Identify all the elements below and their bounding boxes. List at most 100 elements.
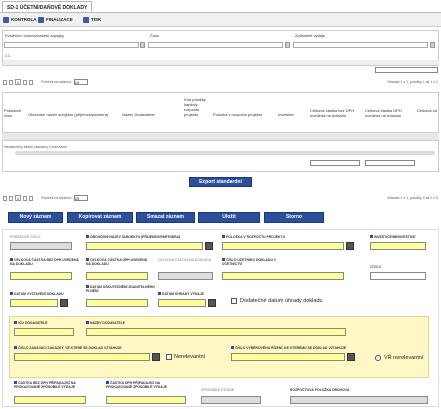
obchodni-nazev-field[interactable] [86, 242, 203, 250]
horizontal-scrollbar[interactable] [3, 60, 439, 65]
new-record-button[interactable]: Nový záznam [8, 212, 63, 223]
finalizace-label: FINALIZACE [46, 17, 73, 22]
zpusobile-field [201, 396, 261, 404]
print-icon [83, 17, 89, 23]
ico-field[interactable] [14, 328, 74, 336]
page-size-select[interactable]: 25 [73, 195, 88, 201]
nazev-dod-label: NÁZEV DODAVATELE [86, 321, 125, 325]
pager: 1 Položek na stránku: 25 [3, 195, 88, 201]
datum-zauct-label: DATUM USKUTEČNĚNÍ ZDANITELNÉHO PLNĚNÍ [86, 285, 156, 293]
nerelevantni-label: Nerelevantní [174, 354, 206, 360]
poradove-cislo-label: POŘADOVÉ ČÍSLO [10, 235, 41, 239]
col-header: Investice [278, 112, 294, 117]
check-icon [3, 17, 9, 23]
castka-bez-field[interactable] [14, 396, 86, 404]
ico-label: IČO DODAVATELE [14, 321, 48, 325]
zpusobile-label: ZPŮSOBILÉ VÝDAJE [201, 388, 235, 392]
lookup-icon[interactable] [347, 353, 355, 361]
dph-field[interactable] [86, 272, 148, 280]
delete-record-button[interactable]: Smazat záznam [136, 212, 195, 223]
datum-zauct-field[interactable] [86, 299, 148, 307]
tisk-button[interactable]: TISK [83, 15, 101, 25]
datum-vystaveni-text: DATUM VYSTAVENÍ DOKLADU [14, 292, 64, 296]
first-page-icon[interactable] [3, 79, 7, 85]
first-page-icon[interactable] [3, 195, 7, 201]
page-number[interactable]: 1 [15, 79, 21, 85]
vr-nerelevantni-radio[interactable] [375, 355, 381, 361]
prev-page-icon[interactable] [9, 195, 13, 201]
last-page-icon[interactable] [29, 79, 33, 85]
nazev-dod-field[interactable] [86, 328, 346, 336]
datum-vystaveni-label: DATUM VYSTAVENÍ DOKLADU [10, 292, 64, 296]
cislo-vyb-text: ČÍSLO VÝBĚROVÉHO ŘÍZENÍ, KE KTERÉMU SE D… [235, 346, 347, 350]
filter-icon[interactable] [285, 42, 290, 48]
tisk-label: TISK [91, 17, 102, 22]
cislo-zakazky-field[interactable] [14, 353, 150, 361]
lookup-icon[interactable] [346, 242, 354, 250]
obchodni-nazev-label: OBCHODNÍ NÁZEV SUBJEKTU (PŘÍJEMCE/PARTNE… [86, 235, 206, 239]
col-header: Celková částka DPH uvedená na dokladu [365, 108, 402, 118]
prev-page-icon[interactable] [9, 79, 13, 85]
filter-row [2, 132, 439, 141]
bez-dph-field[interactable] [10, 272, 72, 280]
cancel-button[interactable]: Storno [264, 212, 324, 223]
calendar-icon[interactable] [208, 299, 216, 307]
col-header: Kód položky kapitoly rozpočtu projektu [184, 97, 206, 117]
cislo-vyb-field[interactable] [231, 353, 345, 361]
investice-select[interactable] [370, 242, 426, 250]
polozka-text: POLOŽKA V ROZPOČTU PROJEKTU [226, 235, 286, 239]
page-number[interactable]: 1 [15, 195, 21, 201]
polozka-field[interactable] [222, 242, 344, 250]
next-page-icon[interactable] [23, 195, 27, 201]
castka-dph-field[interactable] [106, 396, 186, 404]
export-button[interactable]: Export standardní [189, 177, 252, 187]
save-button[interactable]: Uložit [198, 212, 260, 223]
cislo-vyb-label: ČÍSLO VÝBĚROVÉHO ŘÍZENÍ, KE KTERÉMU SE D… [231, 346, 346, 350]
polozka-label: POLOŽKA V ROZPOČTU PROJEKTU [222, 235, 285, 239]
filter-icon[interactable] [430, 42, 435, 48]
zdroj-select[interactable] [370, 272, 426, 280]
cislo-dokladu-field[interactable] [222, 272, 344, 280]
dph-label: CELKOVÁ ČÁSTKA DPH UVEDENÁ NA DOKLADU [86, 258, 151, 266]
dodatecne-checkbox[interactable] [231, 298, 237, 304]
copy-record-button[interactable]: Kopírovat záznam [67, 212, 133, 223]
castka-bez-label: ČÁSTKA BEZ DPH PŘIPADAJÍCÍ NA PROKAZOVAN… [14, 381, 89, 389]
calendar-icon[interactable] [60, 299, 68, 307]
castka-dph-text: ČÁSTKA DPH PŘIPADAJÍCÍ NA PROKAZOVANÉ ZP… [106, 381, 167, 389]
col-header: Položka v rozpočtu projektu [213, 112, 263, 117]
table-row[interactable]: CC [5, 53, 11, 58]
filter-input[interactable] [148, 42, 283, 48]
datum-uhrady-field[interactable] [158, 299, 206, 307]
col-header-evidencni: Evidenční číslo/označení zapojky [5, 33, 64, 38]
investice-text: INVESTICE/NEINVESTICE [374, 235, 416, 239]
celkova-label: CELKOVÁ ČÁSTKA NA DOKLADU [158, 258, 212, 262]
cislo-dokladu-label: ČÍSLO ÚČETNÍHO DOKLADU V ÚČETNICTVÍ [222, 258, 292, 266]
datum-zauct-text: DATUM USKUTEČNĚNÍ ZDANITELNÉHO PLNĚNÍ [86, 285, 155, 293]
cislo-zakazky-text: ČÍSLO ZADÁVACÍ ZAKÁZKY, VE KTERÉ SE DOKL… [18, 346, 122, 350]
page-size-select[interactable]: 10 [73, 79, 88, 85]
lookup-icon[interactable] [205, 242, 213, 250]
filter-input[interactable] [4, 42, 139, 48]
datum-vystaveni-field[interactable] [10, 299, 58, 307]
next-page-icon[interactable] [23, 79, 27, 85]
dropdown[interactable] [310, 160, 360, 166]
dph-text: CELKOVÁ ČÁSTKA DPH UVEDENÁ NA DOKLADU [86, 258, 148, 266]
datum-uhrady-label: DATUM ÚHRADY VÝDAJE [158, 292, 204, 296]
kontrola-button[interactable]: KONTROLA [3, 15, 37, 25]
horizontal-scrollbar[interactable] [15, 151, 435, 155]
dropdown[interactable] [375, 67, 438, 73]
lookup-icon[interactable] [152, 353, 160, 361]
dodatecne-label: Dodatečné datum úhrady dokladu [240, 298, 323, 304]
finalizace-button[interactable]: FINALIZACE [38, 15, 73, 25]
filter-icon[interactable] [140, 42, 145, 48]
nerelevantni-checkbox[interactable] [166, 354, 172, 360]
filter-input[interactable] [293, 42, 428, 48]
pager: 1 Položek na stránku: 10 [3, 79, 88, 85]
dropdown[interactable] [365, 160, 415, 166]
col-header: Obchodní název subjektu (příjemce/partne… [28, 112, 109, 117]
last-page-icon[interactable] [29, 195, 33, 201]
rozpoctova-label: ROZPOČTOVÁ POLOŽKA DRUHOVÁ [290, 388, 350, 392]
rozpoctova-field [290, 396, 428, 404]
obchodni-nazev-text: OBCHODNÍ NÁZEV SUBJEKTU (PŘÍJEMCE/PARTNE… [90, 235, 181, 239]
vr-nerelevantni-label: VŘ nerelevantní [384, 355, 424, 361]
